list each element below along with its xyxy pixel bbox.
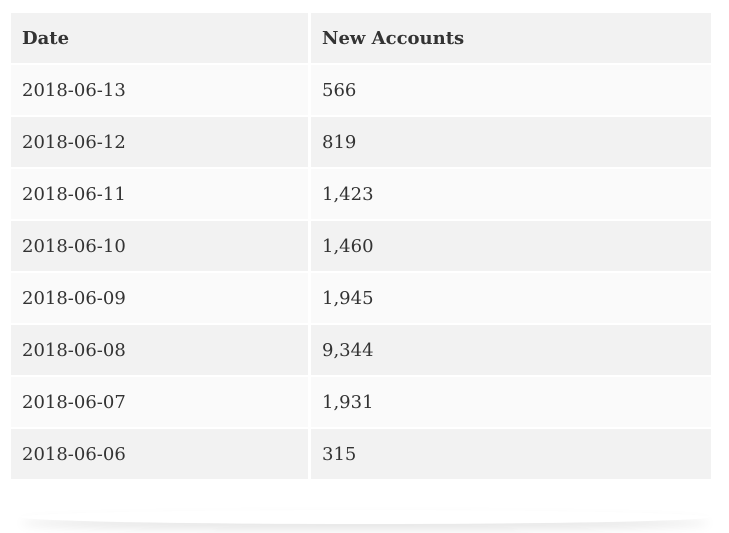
column-header-new-accounts: New Accounts xyxy=(311,13,711,65)
table-row: 2018-06-07 1,931 xyxy=(11,377,711,429)
new-accounts-cell: 819 xyxy=(311,117,711,169)
table-row: 2018-06-09 1,945 xyxy=(11,273,711,325)
new-accounts-cell: 1,460 xyxy=(311,221,711,273)
date-cell: 2018-06-11 xyxy=(11,169,311,221)
new-accounts-cell: 566 xyxy=(311,65,711,117)
date-cell: 2018-06-06 xyxy=(11,429,311,481)
table-row: 2018-06-12 819 xyxy=(11,117,711,169)
accounts-table: Date New Accounts 2018-06-13 566 2018-06… xyxy=(11,13,711,481)
header-row: Date New Accounts xyxy=(11,13,711,65)
date-cell: 2018-06-09 xyxy=(11,273,311,325)
table-body: 2018-06-13 566 2018-06-12 819 2018-06-11… xyxy=(11,65,711,481)
table-shadow xyxy=(20,510,710,524)
new-accounts-cell: 1,423 xyxy=(311,169,711,221)
date-cell: 2018-06-08 xyxy=(11,325,311,377)
date-cell: 2018-06-12 xyxy=(11,117,311,169)
new-accounts-cell: 315 xyxy=(311,429,711,481)
date-cell: 2018-06-10 xyxy=(11,221,311,273)
table-row: 2018-06-08 9,344 xyxy=(11,325,711,377)
column-header-date: Date xyxy=(11,13,311,65)
new-accounts-cell: 1,931 xyxy=(311,377,711,429)
table-header: Date New Accounts xyxy=(11,13,711,65)
date-cell: 2018-06-07 xyxy=(11,377,311,429)
new-accounts-cell: 9,344 xyxy=(311,325,711,377)
table-row: 2018-06-10 1,460 xyxy=(11,221,711,273)
accounts-table-container: Date New Accounts 2018-06-13 566 2018-06… xyxy=(11,13,711,481)
table-row: 2018-06-06 315 xyxy=(11,429,711,481)
table-row: 2018-06-11 1,423 xyxy=(11,169,711,221)
date-cell: 2018-06-13 xyxy=(11,65,311,117)
table-row: 2018-06-13 566 xyxy=(11,65,711,117)
new-accounts-cell: 1,945 xyxy=(311,273,711,325)
